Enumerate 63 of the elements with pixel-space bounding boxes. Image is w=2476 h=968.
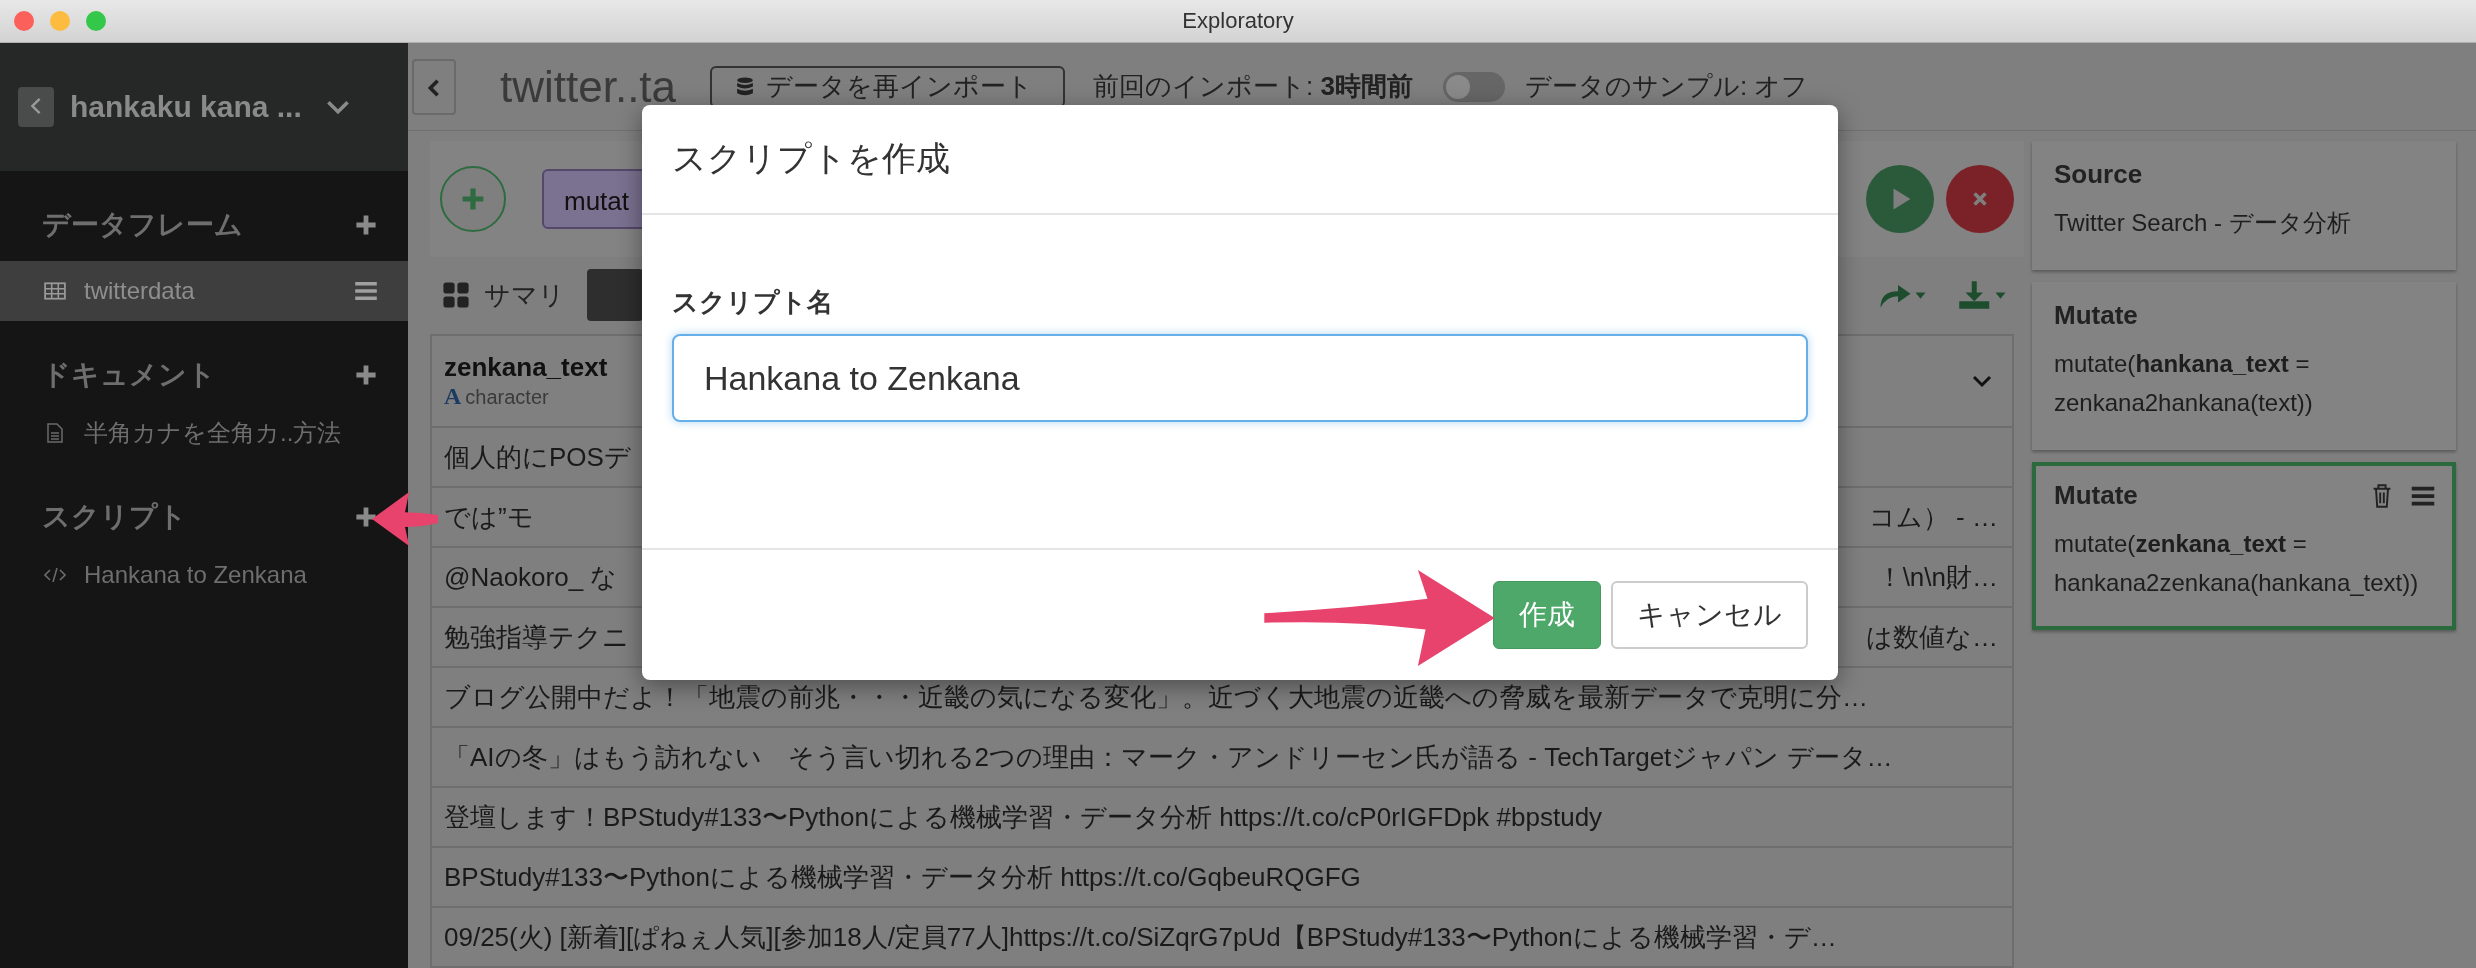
sidebar-item[interactable]: Hankana to Zenkana <box>0 545 408 605</box>
column-type: character <box>465 386 549 409</box>
step-card[interactable]: Mutate mutate(zenkana_text = hankana2zenkana(hankana_text)) <box>2032 462 2456 630</box>
table-cell-text: 勉強指導テクニ <box>444 620 629 654</box>
chevron-left-icon <box>30 96 42 116</box>
table-cell-text: ！\n\n財… <box>1876 560 1998 594</box>
cancel-button[interactable]: キャンセル <box>1611 581 1808 649</box>
step-card[interactable]: Mutate mutate(hankana_text = zenkana2hankana(text)) <box>2032 282 2456 451</box>
download-icon[interactable] <box>1958 280 2008 311</box>
create-button[interactable]: 作成 <box>1493 581 1601 649</box>
step-card[interactable]: Source Twitter Search - データ分析 <box>2032 141 2456 271</box>
table-cell-text: ブログ公開中だよ！「地震の前兆・・・近畿の気になる変化」。近づく大地震の近畿への脅威を最新データで克明に分… <box>444 680 1868 714</box>
table-cell-text: コム） - … <box>1868 500 1998 534</box>
table-cell-text: は数値な… <box>1866 620 1998 654</box>
summary-tab[interactable]: サマリ <box>436 269 571 322</box>
project-title[interactable]: hankaku kana ... <box>70 90 302 124</box>
dataframe-name: twitter..ta <box>500 61 677 112</box>
sidebar-item[interactable]: 半角カナを全角カ..方法 <box>0 403 408 463</box>
add-icon[interactable] <box>354 213 378 237</box>
add-icon[interactable] <box>354 505 378 529</box>
table-cell-text: 09/25(火) [新着][ぱねぇ人気][参加18人/定員77人]https://t.co/SiZqrG7pUd【BPStudy#133〜Pythonによる機械学習・デ… <box>444 920 1837 954</box>
back-button[interactable] <box>412 58 456 115</box>
menu-icon[interactable] <box>2410 485 2436 506</box>
step-code: mutate(zenkana_text = hankana2zenkana(hankana_text)) <box>2054 529 2420 598</box>
character-type-icon: A <box>444 383 462 410</box>
database-icon <box>736 75 755 98</box>
chevron-left-icon <box>428 78 440 98</box>
close-window-button[interactable] <box>14 11 34 31</box>
table-cell-text: では”モ <box>444 500 534 534</box>
pointer-arrow <box>372 492 438 546</box>
sample-label: データのサンプル: オフ <box>1525 70 1809 103</box>
chevron-down-icon[interactable] <box>1972 374 1992 388</box>
section-heading: ドキュメント <box>42 358 216 392</box>
menu-icon[interactable] <box>354 281 378 301</box>
grid-icon <box>442 281 470 310</box>
add-icon[interactable] <box>354 363 378 387</box>
script-name-field[interactable]: Hankana to Zenkana <box>672 334 1808 422</box>
column-header[interactable]: zenkana_text <box>444 352 608 383</box>
back-button[interactable] <box>18 87 54 127</box>
chevron-down-icon[interactable] <box>325 99 350 115</box>
table-cell-text: 「AIの冬」はもう訪れない そう言い切れる2つの理由：マーク・アンドリーセン氏が語る - TechTargetジャパン データ… <box>444 740 1893 774</box>
table-cell-text: BPStudy#133〜Pythonによる機械学習・データ分析 https://t.co/GqbeuRQGFG <box>444 860 1361 894</box>
table-cell-text: 個人的にPOSデ <box>444 440 631 474</box>
window-title: Exploratory <box>1182 8 1294 34</box>
reimport-button[interactable]: データを再インポート <box>710 65 1066 108</box>
sample-toggle[interactable] <box>1443 71 1505 102</box>
table-icon <box>44 281 66 301</box>
table-tab[interactable] <box>587 269 643 322</box>
step-title: Mutate <box>2054 480 2139 512</box>
table-cell-text: @Naokoro_ な <box>444 560 618 594</box>
step-title: Source <box>2054 159 2144 190</box>
section-heading: データフレーム <box>42 208 243 242</box>
step-code: Twitter Search - データ分析 <box>2054 208 2352 238</box>
document-icon <box>44 423 66 443</box>
sidebar-item[interactable]: twitterdata <box>0 261 408 321</box>
last-import-text: 前回のインポート: 3時間前 <box>1093 70 1413 103</box>
step-title: Mutate <box>2054 300 2139 332</box>
field-label: スクリプト名 <box>672 286 834 319</box>
step-code: mutate(hankana_text = zenkana2hankana(text)) <box>2054 349 2314 418</box>
code-icon <box>44 565 66 585</box>
table-cell-text: 登壇します！BPStudy#133〜Pythonによる機械学習・データ分析 https://t.co/cP0rIGFDpk #bpstudy <box>444 800 1603 834</box>
trash-icon[interactable] <box>2372 483 2392 508</box>
section-heading: スクリプト <box>42 500 187 534</box>
